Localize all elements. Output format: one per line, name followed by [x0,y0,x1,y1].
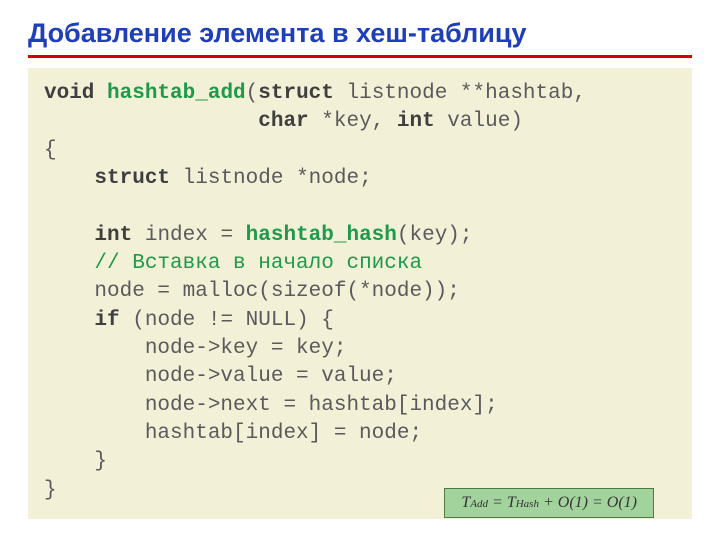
T2: T [507,494,516,511]
slide-title: Добавление элемента в хеш-таблицу [28,18,692,49]
kw-struct: struct [258,82,334,105]
t: node->key = key; [44,337,346,360]
eq: = [488,494,507,511]
t [44,110,258,133]
t [44,309,94,332]
t [44,167,94,190]
t [44,224,94,247]
t: } [44,479,57,502]
t: *key, [309,110,397,133]
divider [28,55,692,58]
t: node = malloc(sizeof(*node)); [44,280,460,303]
t: (key); [397,224,473,247]
complexity-callout: TAdd = THash + O(1) = O(1) [444,488,654,518]
comment: // Вставка в начало списка [94,252,422,275]
kw-struct2: struct [94,167,170,190]
kw-if: if [94,309,119,332]
fn-hashtab-add: hashtab_add [107,82,246,105]
kw-char: char [258,110,308,133]
O2: O [607,494,619,511]
t: } [44,450,107,473]
sub-add: Add [470,498,488,510]
t [94,82,107,105]
p2: (1) [618,494,637,511]
sub-hash: Hash [516,498,539,510]
code-block: void hashtab_add(struct listnode **hasht… [28,68,692,519]
t: listnode *node; [170,167,372,190]
p1: (1) = [569,494,606,511]
t: node->next = hashtab[index]; [44,394,498,417]
t: node->value = value; [44,365,397,388]
t: { [44,139,57,162]
fn-hashtab-hash: hashtab_hash [246,224,397,247]
O1: O [558,494,570,511]
t: ( [246,82,259,105]
t: value) [435,110,523,133]
plus: + [539,494,558,511]
kw-int: int [397,110,435,133]
t: (node != NULL) { [120,309,334,332]
t [44,252,94,275]
t: index = [132,224,245,247]
t: listnode **hashtab, [334,82,586,105]
T: T [461,494,470,511]
t: hashtab[index] = node; [44,422,422,445]
kw-void: void [44,82,94,105]
kw-int2: int [94,224,132,247]
